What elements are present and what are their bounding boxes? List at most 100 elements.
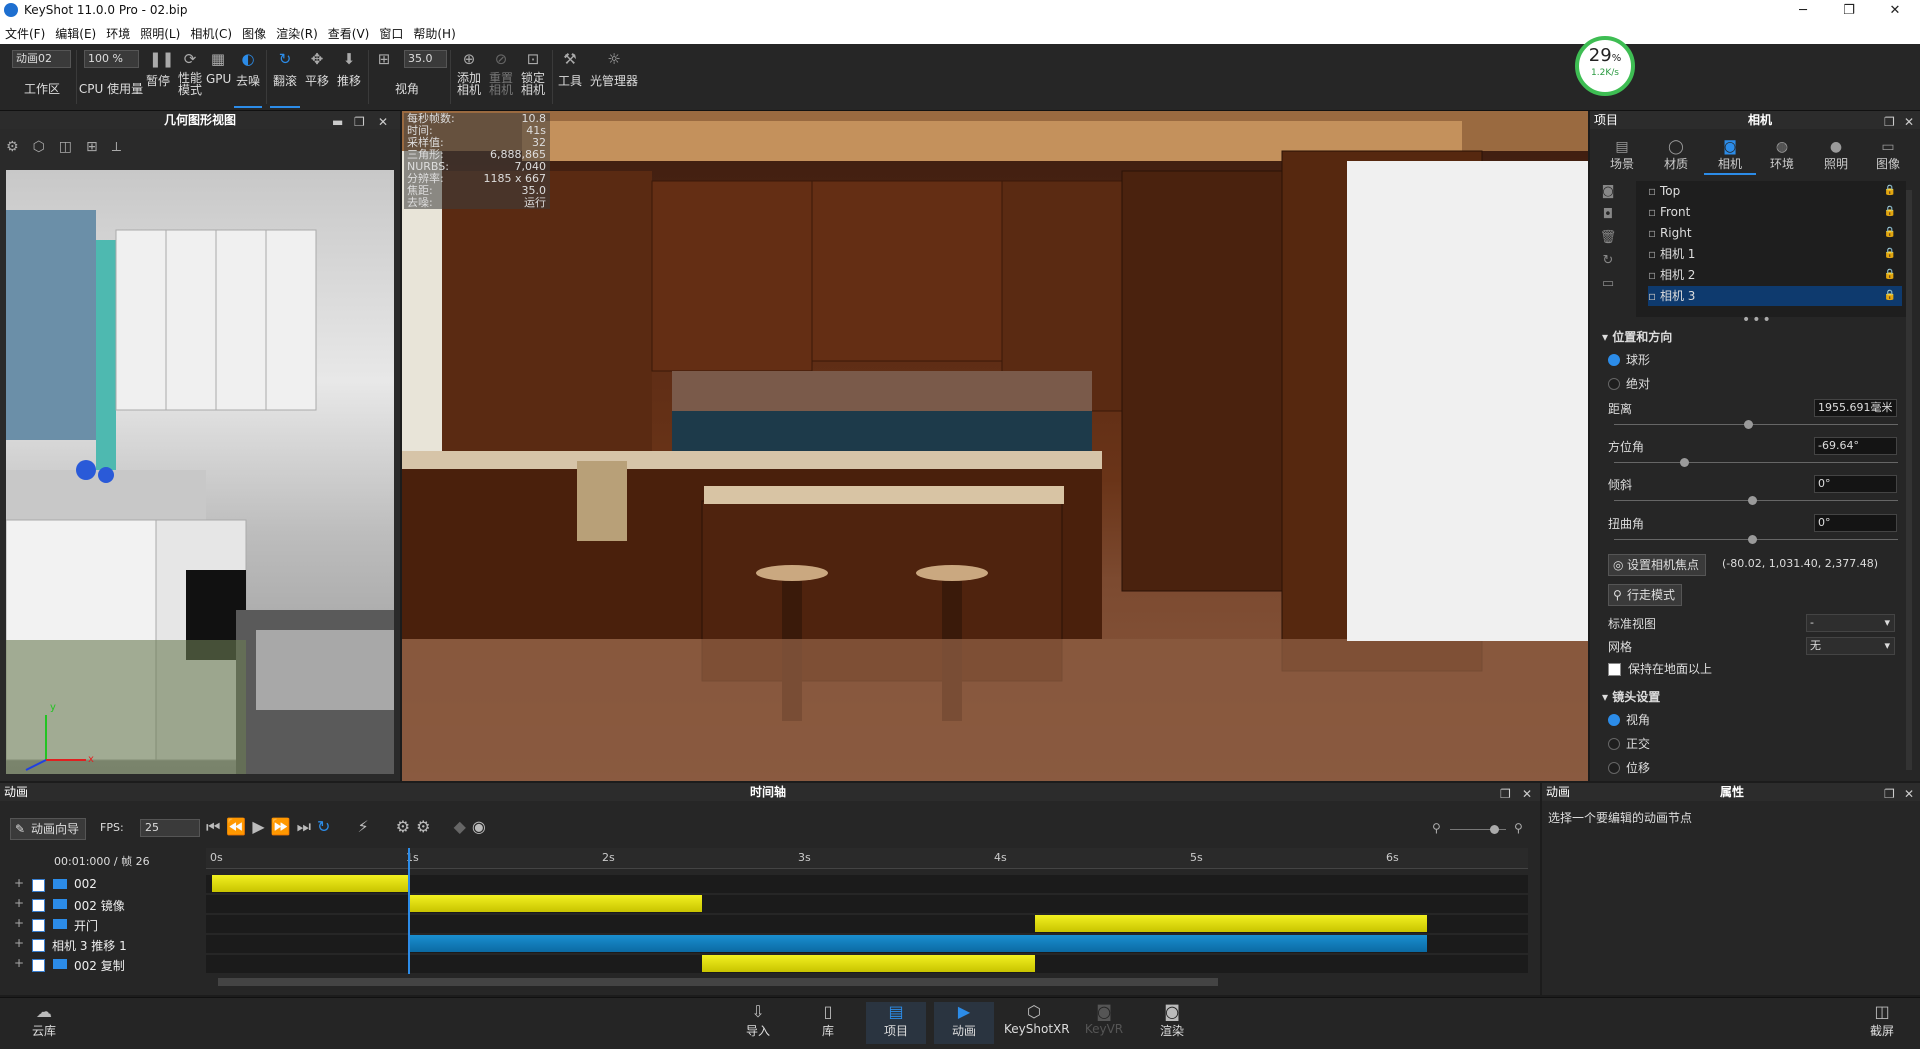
prev-frame-icon[interactable]: ⏪ (226, 817, 252, 836)
section-lens-header[interactable]: ▾ 镜头设置 (1602, 688, 1660, 705)
camera-duplicate-icon[interactable]: ◘ (1598, 203, 1618, 226)
lock-camera-button[interactable]: ⊡ 锁定 相机 (518, 50, 548, 106)
menu-render[interactable]: 渲染(R) (271, 22, 323, 42)
tumble-button[interactable]: ↻ 翻滚 (270, 50, 300, 108)
workspace-select[interactable]: 动画02 (12, 50, 71, 68)
library-button[interactable]: ▯ 库 (798, 1002, 858, 1044)
track-name[interactable]: 开门 (74, 917, 98, 934)
spherical-radio[interactable] (1608, 354, 1620, 366)
tab-image[interactable]: ▭ 图像 (1862, 139, 1914, 173)
animation-clip-bar[interactable] (702, 955, 1036, 972)
track-checkbox[interactable] (32, 879, 45, 892)
geometry-viewport[interactable]: y x (6, 170, 394, 774)
menu-file[interactable]: 文件(F) (0, 22, 50, 42)
lock-icon[interactable]: 🔒 (1884, 286, 1896, 306)
camera-list-item[interactable]: ▫ 相机 1 🔒 (1648, 244, 1902, 264)
project-button[interactable]: ▤ 项目 (866, 1002, 926, 1044)
camera-list-item[interactable]: ▫ 相机 2 🔒 (1648, 265, 1902, 285)
panel-close-icon[interactable]: ✕ (378, 113, 388, 131)
reset-camera-button[interactable]: ⊘ 重置 相机 (486, 50, 516, 106)
timeline-zoom-knob[interactable] (1490, 825, 1499, 834)
dolly-button[interactable]: ⬇ 推移 (334, 50, 364, 106)
settings-icon[interactable]: ⚙ (396, 817, 416, 836)
menu-environment[interactable]: 环境 (101, 22, 135, 42)
tab-material[interactable]: ◯ 材质 (1650, 139, 1702, 173)
playhead[interactable] (408, 848, 410, 974)
cube-icon[interactable]: ⬡ (33, 139, 59, 155)
panel-float-icon[interactable]: ❐ (1500, 785, 1511, 803)
tab-scene[interactable]: ▤ 场景 (1596, 139, 1648, 173)
add-camera-button[interactable]: ⊕ 添加 相机 (454, 50, 484, 106)
first-frame-icon[interactable]: ⏮ (206, 817, 226, 836)
lock-icon[interactable]: 🔒 (1884, 181, 1896, 201)
panel-close-icon[interactable]: ✕ (1904, 785, 1914, 803)
azimuth-slider-knob[interactable] (1680, 458, 1689, 467)
keyframe-icon[interactable]: ⚡ (357, 817, 374, 836)
azimuth-field[interactable]: -69.64° (1814, 437, 1897, 455)
lock-icon[interactable]: 🔒 (1884, 265, 1896, 285)
lens-ortho-radio[interactable] (1608, 738, 1620, 750)
camera-list-item[interactable]: ▫ Front 🔒 (1648, 202, 1902, 222)
animation-clip-bar[interactable] (212, 875, 408, 892)
resize-handle-icon[interactable]: ••• (1742, 312, 1773, 328)
set-focus-button[interactable]: ◎ 设置相机焦点 (1608, 554, 1707, 576)
track-name[interactable]: 002 镜像 (74, 897, 125, 914)
render-button[interactable]: ◙ 渲染 (1142, 1002, 1202, 1044)
animation-clip-bar[interactable] (408, 895, 702, 912)
expand-icon[interactable]: + (14, 916, 24, 930)
diamond-icon[interactable]: ◆ (454, 817, 472, 836)
record-icon[interactable]: ◉ (472, 817, 492, 836)
standard-view-select[interactable]: - ▾ (1806, 614, 1895, 632)
track-lane[interactable] (206, 895, 1528, 913)
track-name[interactable]: 002 复制 (74, 957, 125, 974)
save-icon[interactable]: ▭ (1598, 272, 1618, 295)
track-checkbox[interactable] (32, 939, 45, 952)
track-name[interactable]: 相机 3 推移 1 (52, 937, 127, 954)
loop-icon[interactable]: ↻ (317, 817, 336, 836)
zoom-select[interactable]: 100 % (84, 50, 139, 68)
performance-mode-button[interactable]: ⟳ 性能 模式 (176, 50, 204, 106)
menu-edit[interactable]: 编辑(E) (50, 22, 101, 42)
last-frame-icon[interactable]: ⏭ (297, 817, 317, 836)
pause-button[interactable]: ❚❚ 暂停 (144, 50, 174, 106)
pan-button[interactable]: ✥ 平移 (302, 50, 332, 106)
panel-close-icon[interactable]: ✕ (1904, 113, 1914, 131)
frame-icon[interactable]: ⊞ (86, 139, 112, 155)
import-button[interactable]: ⇩ 导入 (728, 1002, 788, 1044)
time-ruler[interactable] (206, 848, 1528, 869)
light-manager-button[interactable]: ☼ 光管理器 (588, 50, 640, 106)
inclination-slider-knob[interactable] (1748, 496, 1757, 505)
expand-icon[interactable]: + (14, 876, 24, 890)
menu-view[interactable]: 查看(V) (323, 22, 375, 42)
absolute-radio[interactable] (1608, 378, 1620, 390)
minimize-button[interactable]: ─ (1780, 0, 1826, 22)
menu-lighting[interactable]: 照明(L) (135, 22, 185, 42)
screenshot-button[interactable]: ◫ 截屏 (1852, 1002, 1912, 1044)
settings-icon[interactable]: ⚙ (6, 139, 33, 155)
lock-icon[interactable]: 🔒 (1884, 223, 1896, 243)
geometry-view-tools[interactable]: ⚙⬡◫⊞⟂ (6, 139, 135, 155)
camera-icon[interactable]: ◫ (59, 139, 86, 155)
panel-float-icon[interactable]: ❐ (1884, 785, 1895, 803)
keyvr-button[interactable]: ◙ KeyVR (1074, 1002, 1134, 1044)
twist-slider-knob[interactable] (1748, 535, 1757, 544)
lock-icon[interactable]: 🔒 (1884, 202, 1896, 222)
close-button[interactable]: ✕ (1872, 0, 1918, 22)
refresh-icon[interactable]: ↻ (1598, 249, 1618, 272)
expand-icon[interactable]: + (14, 896, 24, 910)
expand-icon[interactable]: + (14, 936, 24, 950)
panel-minimize-icon[interactable]: ▬ (332, 113, 343, 131)
render-viewport[interactable] (402, 111, 1588, 781)
distance-slider[interactable] (1614, 424, 1898, 425)
cloud-library-button[interactable]: ☁ 云库 (14, 1002, 74, 1044)
inclination-field[interactable]: 0° (1814, 475, 1897, 493)
zoom-in-icon[interactable]: ⚲ (1514, 821, 1523, 835)
gear-icon[interactable]: ⚙ (416, 817, 436, 836)
camera-add-icon[interactable]: ◙ (1598, 180, 1618, 203)
grid-select[interactable]: 无 ▾ (1806, 637, 1895, 655)
right-panel-scrollbar[interactable] (1906, 190, 1912, 770)
denoise-button[interactable]: ◐ 去噪 (234, 50, 262, 108)
expand-icon[interactable]: + (14, 956, 24, 970)
animation-button[interactable]: ▶ 动画 (934, 1002, 994, 1044)
timeline-scrollbar[interactable] (218, 978, 1218, 986)
